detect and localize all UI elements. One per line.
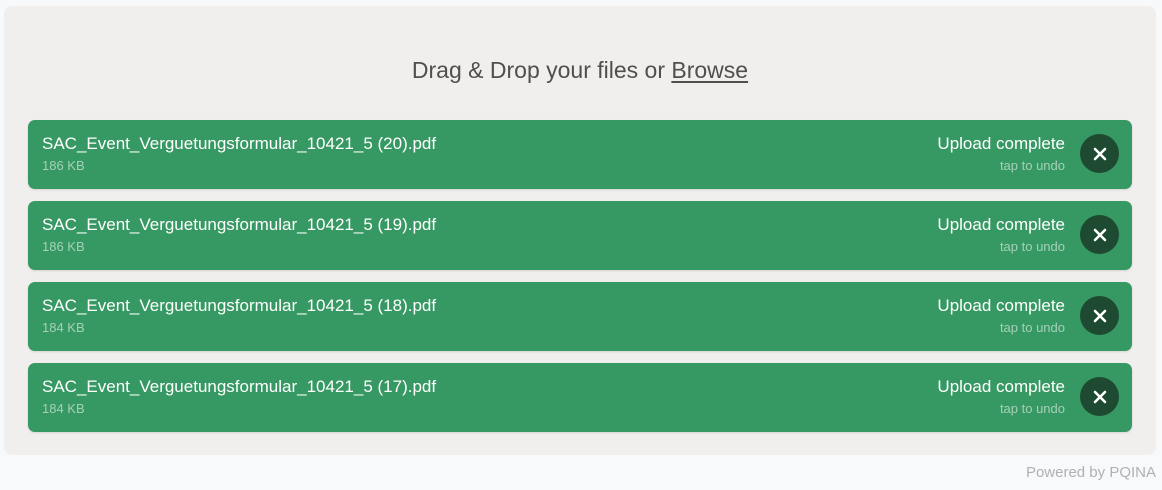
file-substatus[interactable]: tap to undo (1000, 320, 1065, 336)
remove-file-button[interactable] (1080, 377, 1119, 416)
file-name: SAC_Event_Verguetungsformular_10421_5 (1… (42, 296, 437, 315)
file-status: Upload complete (937, 134, 1065, 153)
remove-file-button[interactable] (1080, 215, 1119, 254)
file-item: SAC_Event_Verguetungsformular_10421_5 (1… (28, 363, 1132, 432)
file-substatus[interactable]: tap to undo (1000, 401, 1065, 417)
file-size: 186 KB (42, 158, 85, 173)
drop-label[interactable]: Drag & Drop your files or Browse (4, 54, 1156, 86)
file-item: SAC_Event_Verguetungsformular_10421_5 (2… (28, 120, 1132, 189)
file-status: Upload complete (937, 215, 1065, 234)
close-icon (1093, 147, 1106, 160)
file-item: SAC_Event_Verguetungsformular_10421_5 (1… (28, 201, 1132, 270)
file-upload-panel[interactable]: Drag & Drop your files or Browse SAC_Eve… (4, 6, 1156, 455)
file-name: SAC_Event_Verguetungsformular_10421_5 (2… (42, 134, 437, 153)
browse-link[interactable]: Browse (671, 57, 748, 83)
file-item: SAC_Event_Verguetungsformular_10421_5 (1… (28, 282, 1132, 351)
file-substatus[interactable]: tap to undo (1000, 239, 1065, 255)
file-substatus[interactable]: tap to undo (1000, 158, 1065, 174)
close-icon (1093, 309, 1106, 322)
remove-file-button[interactable] (1080, 134, 1119, 173)
close-icon (1093, 228, 1106, 241)
close-icon (1093, 390, 1106, 403)
file-size: 186 KB (42, 239, 85, 254)
file-size: 184 KB (42, 320, 85, 335)
credits-link[interactable]: Powered by PQINA (1026, 463, 1156, 483)
file-status: Upload complete (937, 296, 1065, 315)
file-name: SAC_Event_Verguetungsformular_10421_5 (1… (42, 215, 437, 234)
file-status: Upload complete (937, 377, 1065, 396)
drop-label-text: Drag & Drop your files or (411, 57, 672, 83)
file-size: 184 KB (42, 401, 85, 416)
file-name: SAC_Event_Verguetungsformular_10421_5 (1… (42, 377, 437, 396)
remove-file-button[interactable] (1080, 296, 1119, 335)
